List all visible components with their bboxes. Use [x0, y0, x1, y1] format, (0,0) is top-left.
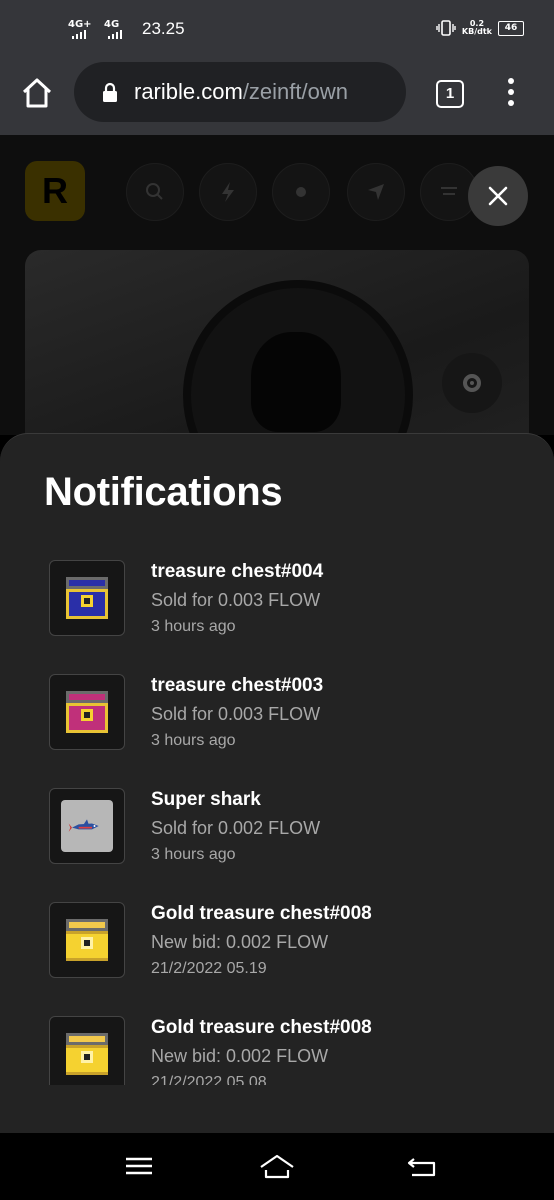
notification-item[interactable]: Gold treasure chest#008 New bid: 0.002 F…	[49, 902, 519, 1016]
notification-item[interactable]: Gold treasure chest#008 New bid: 0.002 F…	[49, 1016, 519, 1085]
status-bar: 4G+ 4G 23.25 0.2 KB/dtk 46	[0, 0, 554, 60]
shark-icon	[68, 819, 99, 832]
home-nav-icon[interactable]	[259, 1151, 295, 1181]
url-host: rarible.com	[134, 79, 243, 104]
notification-time: 21/2/2022 05.08	[151, 1074, 267, 1085]
address-bar[interactable]: rarible.com/zeinft/own	[74, 62, 406, 122]
pink-chest-icon	[66, 691, 108, 733]
gold-chest-icon	[66, 919, 108, 961]
vibrate-icon	[436, 20, 456, 36]
avatar	[183, 280, 413, 435]
signal-icon: 4G	[104, 19, 130, 39]
battery-icon: 46	[498, 20, 524, 36]
notification-subtitle: Sold for 0.003 FLOW	[151, 704, 321, 724]
search-icon	[126, 163, 184, 221]
notification-title: Super shark	[151, 789, 261, 810]
notifications-title: Notifications	[44, 470, 283, 514]
notification-time: 21/2/2022 05.19	[151, 960, 267, 977]
notification-subtitle: Sold for 0.002 FLOW	[151, 818, 321, 838]
system-navigation-bar	[0, 1133, 554, 1200]
notification-title: Gold treasure chest#008	[151, 1017, 372, 1038]
notification-item[interactable]: treasure chest#003 Sold for 0.003 FLOW 3…	[49, 674, 519, 788]
notification-item[interactable]: treasure chest#004 Sold for 0.003 FLOW 3…	[49, 560, 519, 674]
lightning-icon	[199, 163, 257, 221]
notifications-panel: Notifications treasure chest#004 Sold fo…	[0, 433, 554, 1134]
gold-chest-icon	[66, 1033, 108, 1075]
nft-thumbnail	[49, 788, 125, 864]
notifications-list[interactable]: treasure chest#004 Sold for 0.003 FLOW 3…	[49, 560, 519, 1085]
browser-toolbar: rarible.com/zeinft/own 1	[0, 60, 554, 135]
back-icon[interactable]	[404, 1151, 440, 1181]
notification-subtitle: New bid: 0.002 FLOW	[151, 932, 329, 952]
close-icon	[488, 186, 508, 206]
lock-icon	[103, 82, 117, 102]
nft-thumbnail	[49, 902, 125, 978]
notification-time: 3 hours ago	[151, 846, 236, 863]
notification-title: treasure chest#004	[151, 561, 324, 582]
sun-icon	[272, 163, 330, 221]
recent-apps-icon[interactable]	[121, 1151, 157, 1181]
notification-subtitle: New bid: 0.002 FLOW	[151, 1046, 329, 1066]
home-icon[interactable]	[20, 76, 54, 110]
blue-chest-icon	[66, 577, 108, 619]
notification-time: 3 hours ago	[151, 732, 236, 749]
clock: 23.25	[142, 19, 185, 38]
notification-title: treasure chest#003	[151, 675, 324, 696]
nft-thumbnail	[49, 674, 125, 750]
more-options-icon[interactable]	[504, 78, 518, 108]
tab-switcher-button[interactable]: 1	[436, 80, 464, 108]
nft-thumbnail	[49, 560, 125, 636]
url-text: rarible.com/zeinft/own	[134, 79, 394, 105]
data-speed: 0.2 KB/dtk	[462, 20, 492, 36]
notification-item[interactable]: Super shark Sold for 0.002 FLOW 3 hours …	[49, 788, 519, 902]
network-type-label: 4G	[104, 19, 120, 30]
settings-gear-icon	[442, 353, 502, 413]
data-speed-unit: KB/dtk	[461, 27, 492, 36]
notification-title: Gold treasure chest#008	[151, 903, 372, 924]
network-type-label: 4G+	[68, 19, 92, 30]
signal-icon: 4G+	[68, 19, 94, 39]
url-path: /zeinft/own	[242, 79, 348, 104]
notification-time: 3 hours ago	[151, 618, 236, 635]
send-icon	[347, 163, 405, 221]
nft-thumbnail	[49, 1016, 125, 1085]
close-button[interactable]	[468, 166, 528, 226]
rarible-logo: R	[25, 161, 85, 221]
notification-subtitle: Sold for 0.003 FLOW	[151, 590, 321, 610]
